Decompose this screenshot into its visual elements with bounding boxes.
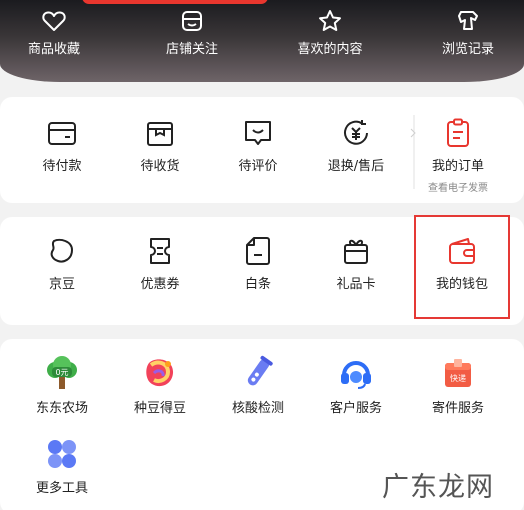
order-label: 待评价	[238, 159, 278, 174]
watermark-text: 广东龙网	[382, 472, 494, 503]
more-tools-icon	[48, 440, 76, 468]
farm-badge: 0元	[55, 368, 68, 377]
express-badge: 快递	[450, 373, 466, 383]
headset-icon	[341, 361, 371, 389]
farm-tree-icon: 0元	[47, 356, 77, 389]
asset-gift-card[interactable]: 礼品卡	[306, 235, 406, 292]
order-pending-receipt[interactable]: 待收货	[110, 117, 210, 174]
top-header-bar: 商品收藏 店铺关注 喜欢的内容 浏览记录	[0, 0, 524, 82]
header-item-history[interactable]: 浏览记录	[418, 8, 518, 57]
gift-card-icon	[344, 239, 368, 264]
asset-coupon[interactable]: 优惠券	[110, 235, 210, 292]
test-tube-icon	[247, 355, 273, 386]
tool-express[interactable]: 快递 寄件服务	[408, 355, 508, 416]
tool-label: 客户服务	[329, 401, 382, 416]
header-item-shop-follow[interactable]: 店铺关注	[142, 8, 242, 57]
my-orders-label: 我的订单	[431, 159, 484, 174]
bean-icon	[50, 238, 74, 263]
asset-label: 礼品卡	[336, 277, 376, 292]
order-pending-review[interactable]: 待评价	[208, 117, 308, 174]
order-list-icon	[447, 118, 469, 147]
header-item-label: 浏览记录	[441, 42, 494, 57]
bean-sprout-icon	[146, 359, 174, 387]
star-icon	[319, 10, 341, 31]
asset-baitiao[interactable]: 白条	[208, 235, 308, 292]
order-pending-payment[interactable]: 待付款	[12, 117, 112, 174]
iou-icon	[246, 237, 270, 265]
my-orders[interactable]: 我的订单 查看电子发票	[408, 117, 508, 194]
tool-farm[interactable]: 0元 东东农场	[12, 355, 112, 416]
tool-label: 核酸检测	[231, 401, 284, 416]
wallet-icon	[48, 122, 76, 145]
refund-icon	[344, 120, 368, 145]
order-label: 待收货	[140, 159, 180, 174]
tool-label: 更多工具	[35, 481, 88, 496]
comment-icon	[245, 121, 271, 145]
red-pill-decoration	[82, 0, 268, 4]
tool-bean-sprout[interactable]: 种豆得豆	[110, 355, 210, 416]
coupon-icon	[150, 238, 170, 264]
header-item-label: 店铺关注	[165, 42, 218, 57]
tool-nucleic-test[interactable]: 核酸检测	[208, 355, 308, 416]
header-item-liked-content[interactable]: 喜欢的内容	[280, 8, 380, 57]
package-icon	[147, 122, 173, 146]
asset-jingdou[interactable]: 京豆	[12, 235, 112, 292]
shop-icon	[182, 11, 202, 31]
header-item-label: 喜欢的内容	[297, 42, 363, 57]
order-label: 退换/售后	[327, 159, 385, 174]
order-label: 待付款	[42, 159, 82, 174]
tool-label: 种豆得豆	[133, 401, 186, 416]
express-box-icon: 快递	[445, 359, 471, 387]
asset-label: 白条	[244, 277, 271, 292]
tool-label: 东东农场	[35, 401, 88, 416]
heart-icon	[42, 11, 66, 31]
header-item-label: 商品收藏	[27, 42, 80, 57]
footprint-icon	[458, 11, 478, 30]
order-refund-aftersale[interactable]: 退换/售后	[306, 117, 406, 174]
tool-more[interactable]: 更多工具	[12, 437, 112, 496]
view-invoice-link[interactable]: 查看电子发票	[408, 179, 508, 194]
asset-label: 优惠券	[140, 277, 180, 292]
orders-card: 待付款 待收货 待评价 退换/售后 我的订单 查看电子发票	[0, 97, 524, 203]
tool-label: 寄件服务	[431, 401, 484, 416]
header-item-favorites[interactable]: 商品收藏	[4, 8, 104, 57]
highlight-frame	[414, 215, 510, 319]
asset-label: 京豆	[48, 277, 75, 292]
tool-customer-service[interactable]: 客户服务	[306, 355, 406, 416]
